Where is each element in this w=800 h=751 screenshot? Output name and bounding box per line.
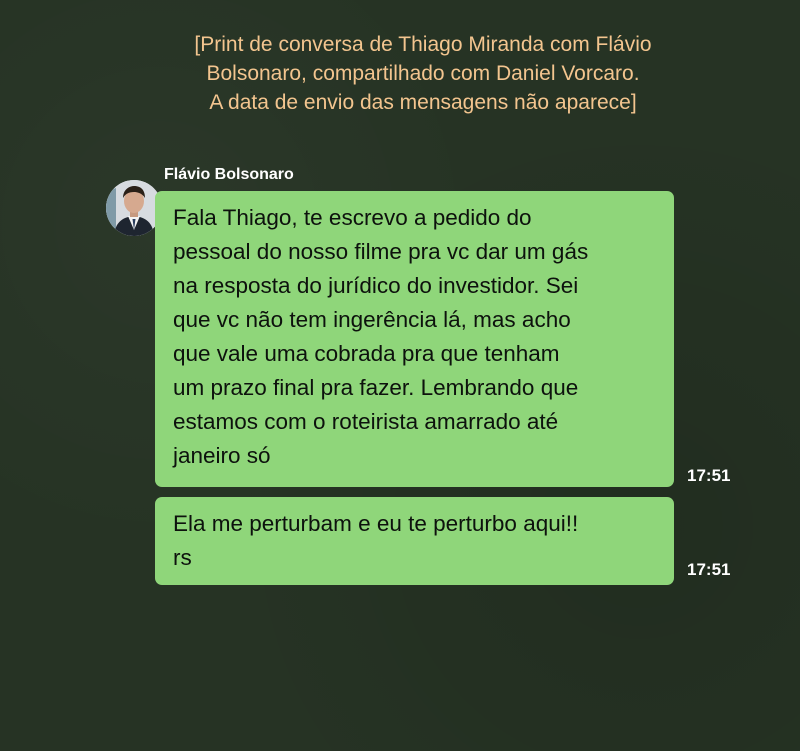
message-line: estamos com o roteirista amarrado até (173, 409, 559, 434)
caption-line: Bolsonaro, compartilhado com Daniel Vorc… (206, 62, 640, 85)
message-line: um prazo final pra fazer. Lembrando que (173, 375, 579, 400)
message-line: Ela me perturbam e eu te perturbo aqui!! (173, 511, 579, 536)
avatar[interactable] (106, 180, 162, 236)
message-line: janeiro só (173, 443, 271, 468)
person-avatar-icon (106, 180, 162, 236)
message-line: rs (173, 545, 192, 570)
message-timestamp: 17:51 (687, 560, 731, 579)
message-timestamp: 17:51 (687, 466, 731, 485)
message-line: na resposta do jurídico do investidor. S… (173, 273, 579, 298)
caption-note: [Print de conversa de Thiago Miranda com… (100, 30, 746, 117)
message-line: que vc não tem ingerência lá, mas acho (173, 307, 571, 332)
message-line: que vale uma cobrada pra que tenham (173, 341, 560, 366)
sender-name: Flávio Bolsonaro (164, 166, 294, 183)
message-line: pessoal do nosso filme pra vc dar um gás (173, 239, 589, 264)
message-bubble[interactable]: Ela me perturbam e eu te perturbo aqui!!… (155, 497, 674, 585)
caption-line: A data de envio das mensagens não aparec… (209, 91, 637, 114)
caption-line: [Print de conversa de Thiago Miranda com… (194, 33, 652, 56)
message-line: Fala Thiago, te escrevo a pedido do (173, 205, 532, 230)
message-bubble[interactable]: Fala Thiago, te escrevo a pedido do pess… (155, 191, 674, 487)
